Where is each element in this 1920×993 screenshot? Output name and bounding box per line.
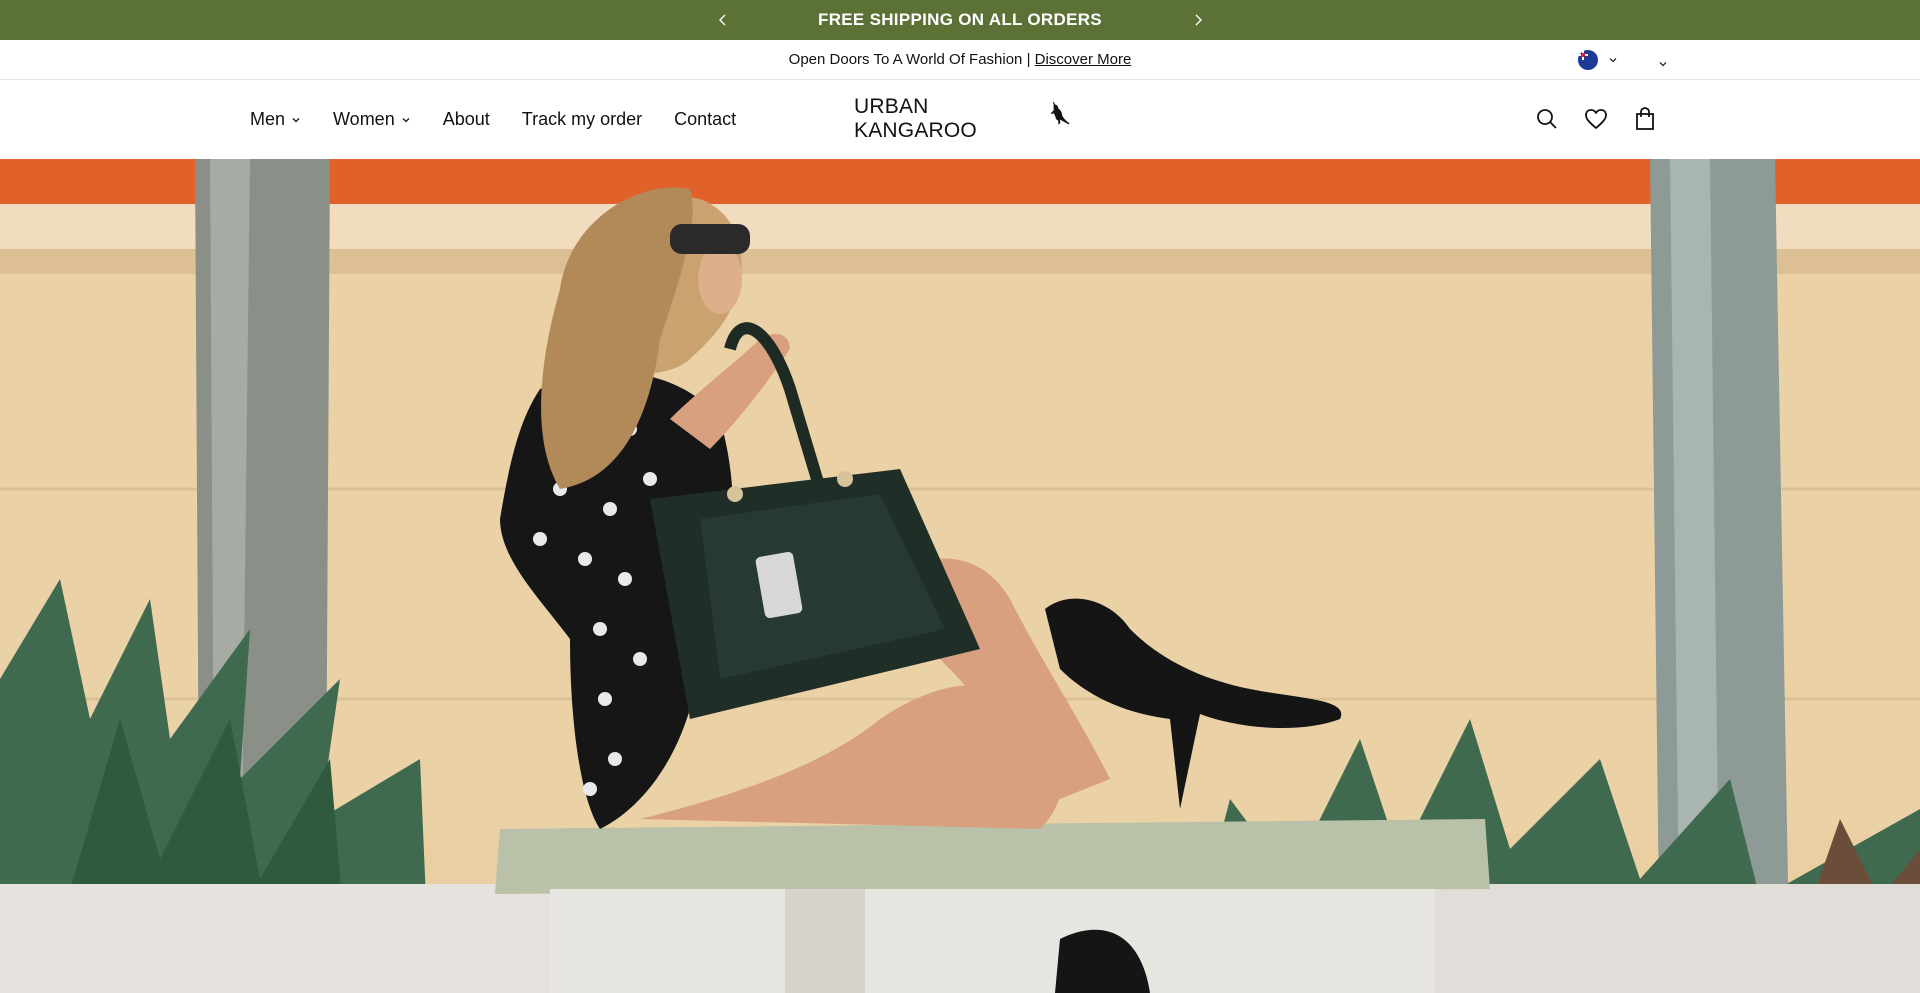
shopping-bag-icon[interactable]	[1632, 106, 1658, 132]
heart-icon[interactable]	[1583, 106, 1609, 132]
chevron-left-icon[interactable]	[710, 7, 736, 33]
nav-item-label: About	[442, 109, 490, 129]
announcement-bar: FREE SHIPPING ON ALL ORDERS	[0, 0, 1920, 40]
nav-item-women[interactable]: Women	[333, 109, 411, 130]
kangaroo-logo-icon	[1050, 101, 1070, 125]
utility-bar: Open Doors To A World Of Fashion | Disco…	[0, 40, 1920, 80]
nav-item-track-my-order[interactable]: Track my order	[522, 109, 642, 130]
logo-text: URBAN KANGAROO	[854, 95, 977, 142]
announcement-text: FREE SHIPPING ON ALL ORDERS	[818, 10, 1102, 29]
chevron-right-icon[interactable]	[1185, 7, 1211, 33]
discover-more-link[interactable]: Discover More	[1035, 51, 1132, 68]
chevron-down-icon	[292, 117, 300, 122]
search-icon[interactable]	[1534, 106, 1560, 132]
site-header: Men Women About Track my order Contact U…	[0, 80, 1920, 159]
hero-banner[interactable]	[0, 159, 1920, 993]
nav-item-about[interactable]: About	[443, 109, 490, 130]
chevron-down-icon	[402, 117, 410, 122]
language-selector[interactable]	[1658, 55, 1668, 72]
hero-image	[0, 159, 1920, 993]
country-selector[interactable]	[1578, 49, 1618, 71]
site-logo[interactable]: URBAN KANGAROO	[854, 95, 1070, 142]
nav-item-contact[interactable]: Contact	[674, 109, 736, 130]
australia-flag-icon	[1578, 50, 1598, 70]
nav-item-men[interactable]: Men	[250, 109, 301, 130]
nav-item-label: Women	[333, 109, 395, 129]
main-nav: Men Women About Track my order Contact	[250, 80, 768, 159]
utility-text: Open Doors To A World Of Fashion |	[788, 51, 1035, 68]
chevron-down-icon	[1659, 62, 1667, 67]
nav-item-label: Contact	[674, 109, 737, 129]
nav-item-label: Men	[250, 109, 286, 129]
header-icons	[1534, 106, 1658, 132]
chevron-down-icon	[1609, 58, 1617, 63]
nav-item-label: Track my order	[521, 109, 643, 129]
